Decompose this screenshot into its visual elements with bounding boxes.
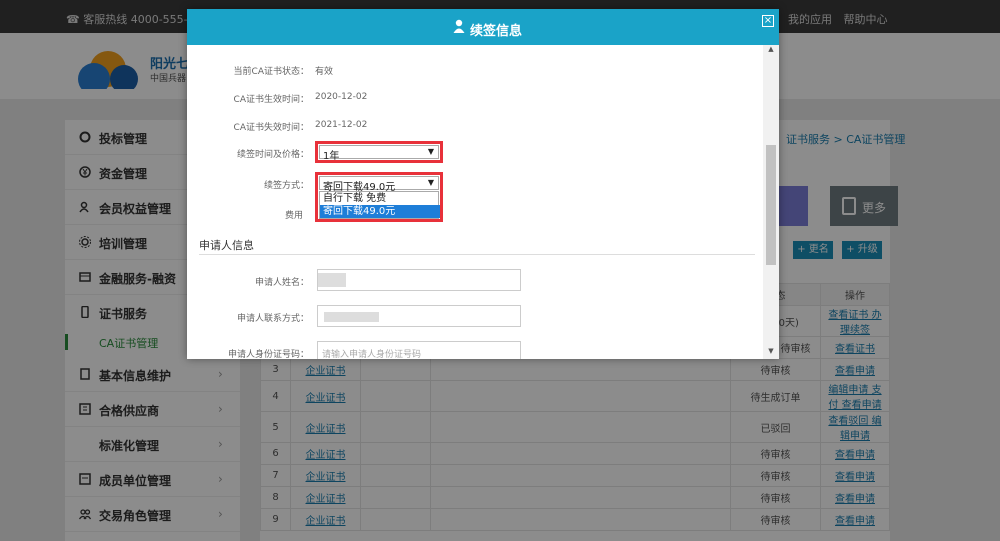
dialog-title: 续签信息 — [470, 24, 523, 39]
renew-period-value: 1年 — [323, 151, 340, 162]
renewal-dialog: 续签信息 × 当前CA证书状态： 有效 CA证书生效时间： 2020-12-02… — [187, 9, 779, 359]
redacted-value — [318, 273, 346, 287]
dialog-header: 续签信息 × — [187, 9, 779, 45]
cert-expiry-label: CA证书失效时间： — [233, 123, 309, 133]
renew-method-options: 自行下载 免费 寄回下载49.0元 — [319, 191, 440, 219]
renew-period-label: 续签时间及价格： — [236, 150, 309, 160]
dialog-body: 当前CA证书状态： 有效 CA证书生效时间： 2020-12-02 CA证书失效… — [187, 45, 763, 359]
cert-status-value: 有效 — [315, 67, 334, 77]
scroll-thumb[interactable] — [766, 145, 776, 265]
dropdown-arrow-icon: ▼ — [427, 178, 434, 187]
cert-effective-value: 2020-12-02 — [315, 92, 368, 102]
applicant-contact-label: 申请人联系方式： — [236, 314, 309, 324]
option-self-download[interactable]: 自行下载 免费 — [320, 192, 440, 205]
renew-method-highlight: 寄回下载49.0元 ▼ 自行下载 免费 寄回下载49.0元 — [315, 172, 443, 222]
close-icon[interactable]: × — [762, 15, 774, 27]
applicant-name-label: 申请人姓名： — [254, 278, 309, 288]
applicant-contact-input[interactable] — [317, 305, 521, 327]
section-divider — [199, 254, 755, 255]
dialog-scrollbar[interactable]: ▲ ▼ — [763, 45, 779, 359]
renew-method-select[interactable]: 寄回下载49.0元 ▼ — [319, 176, 439, 193]
renew-period-highlight: 1年 ▼ — [315, 141, 443, 163]
renew-method-label: 续签方式： — [263, 181, 309, 191]
applicant-id-placeholder: 请输入申请人身份证号码 — [322, 350, 422, 359]
dropdown-arrow-icon: ▼ — [427, 147, 434, 156]
applicant-section-title: 申请人信息 — [199, 239, 254, 252]
applicant-name-input[interactable] — [317, 269, 521, 291]
applicant-id-input[interactable]: 请输入申请人身份证号码 — [317, 341, 521, 359]
renew-period-select[interactable]: 1年 ▼ — [319, 145, 439, 162]
scroll-up-icon[interactable]: ▲ — [763, 45, 779, 57]
scroll-down-icon[interactable]: ▼ — [763, 347, 779, 359]
applicant-id-label: 申请人身份证号码： — [227, 350, 309, 359]
redacted-value — [324, 312, 379, 322]
cert-expiry-value: 2021-12-02 — [315, 120, 368, 130]
user-icon — [453, 19, 465, 33]
option-mail-download[interactable]: 寄回下载49.0元 — [320, 205, 440, 218]
cert-status-label: 当前CA证书状态： — [233, 67, 309, 77]
cert-effective-label: CA证书生效时间： — [233, 95, 309, 105]
fee-label: 费用 — [284, 211, 303, 221]
